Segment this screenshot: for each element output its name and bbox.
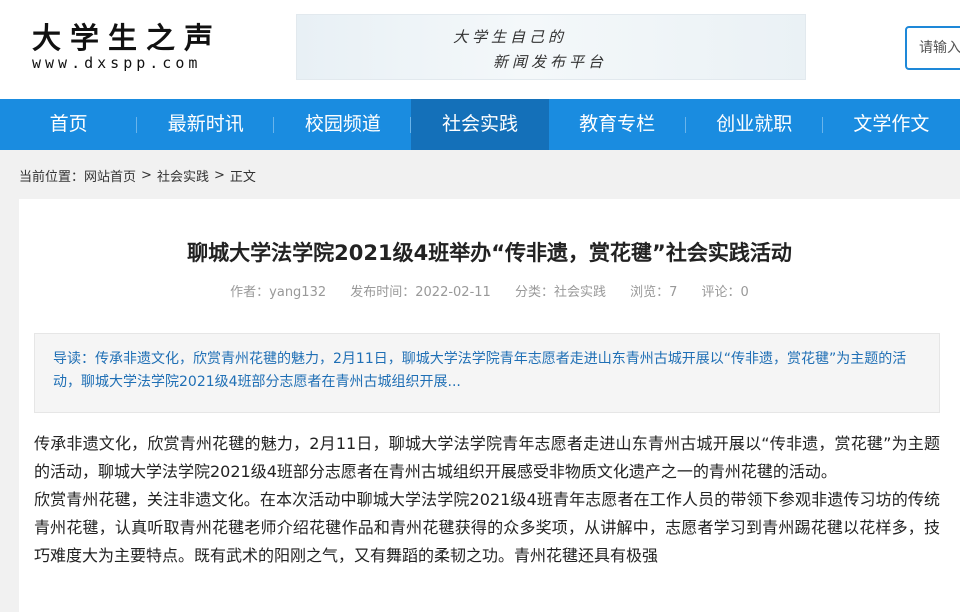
nav-item-literature[interactable]: 文学作文	[823, 99, 960, 150]
nav-item-career[interactable]: 创业就职	[686, 99, 823, 150]
breadcrumb-separator: >	[213, 168, 225, 183]
article-category[interactable]: 分类：社会实践	[515, 285, 606, 300]
article-author: 作者：yang132	[230, 285, 327, 300]
logo-url: www.dxspp.com	[32, 54, 202, 72]
banner-line-2: 新闻发布平台	[493, 53, 608, 71]
article-body: 传承非遗文化，欣赏青州花毽的魅力，2月11日，聊城大学法学院青年志愿者走进山东青…	[34, 430, 940, 570]
site-header: 大学生之声 www.dxspp.com 大学生自己的 新闻发布平台	[0, 0, 960, 99]
breadcrumb-separator: >	[141, 168, 152, 183]
article-date: 发布时间：2022-02-11	[350, 285, 491, 300]
nav-item-label: 最新时讯	[167, 113, 244, 135]
article-summary: 导读：传承非遗文化，欣赏青州花毽的魅力，2月11日，聊城大学法学院青年志愿者走进…	[34, 333, 940, 413]
article-paragraph: 传承非遗文化，欣赏青州花毽的魅力，2月11日，聊城大学法学院青年志愿者走进山东青…	[34, 434, 940, 481]
nav-item-label: 首页	[49, 113, 88, 135]
site-logo[interactable]: 大学生之声 www.dxspp.com	[32, 22, 242, 74]
nav-item-label: 文学作文	[853, 113, 930, 135]
nav-item-label: 校园频道	[304, 113, 381, 135]
banner-line-1: 大学生自己的	[453, 28, 568, 46]
slogan-banner: 大学生自己的 新闻发布平台	[296, 14, 806, 80]
nav-item-label: 教育专栏	[579, 113, 656, 135]
nav-item-education[interactable]: 教育专栏	[549, 99, 686, 150]
nav-item-campus[interactable]: 校园频道	[274, 99, 412, 150]
breadcrumb-current: 正文	[229, 170, 256, 185]
nav-item-social-practice[interactable]: 社会实践	[411, 99, 549, 150]
article-meta: 作者：yang132 发布时间：2022-02-11 分类：社会实践 浏览：7 …	[19, 281, 960, 300]
nav-item-latest-news[interactable]: 最新时讯	[137, 99, 275, 150]
breadcrumb-prefix: 当前位置：	[19, 170, 85, 185]
main-nav: 首页 最新时讯 校园频道 社会实践 教育专栏 创业就职 文学作文	[0, 99, 960, 150]
logo-title: 大学生之声	[32, 21, 223, 55]
article-paragraph: 欣赏青州花毽，关注非遗文化。在本次活动中聊城大学法学院2021级4班青年志愿者在…	[34, 490, 940, 565]
summary-text: 导读：传承非遗文化，欣赏青州花毽的魅力，2月11日，聊城大学法学院青年志愿者走进…	[53, 351, 907, 390]
article-comments: 评论：0	[701, 285, 749, 300]
search-input[interactable]	[907, 28, 960, 68]
nav-item-home[interactable]: 首页	[0, 99, 138, 150]
article-views: 浏览：7	[630, 285, 678, 300]
breadcrumb-section-link[interactable]: 社会实践	[157, 166, 209, 185]
article-title: 聊城大学法学院2021级4班举办“传非遗，赏花毽”社会实践活动	[187, 241, 792, 265]
search-box	[905, 26, 960, 70]
breadcrumb-home-link[interactable]: 网站首页	[84, 166, 136, 185]
breadcrumb: 当前位置： 网站首页 > 社会实践 > 正文	[19, 166, 256, 185]
nav-item-label: 创业就职	[716, 113, 793, 135]
article-card: 聊城大学法学院2021级4班举办“传非遗，赏花毽”社会实践活动 作者：yang1…	[19, 199, 960, 612]
nav-item-label: 社会实践	[441, 113, 518, 135]
